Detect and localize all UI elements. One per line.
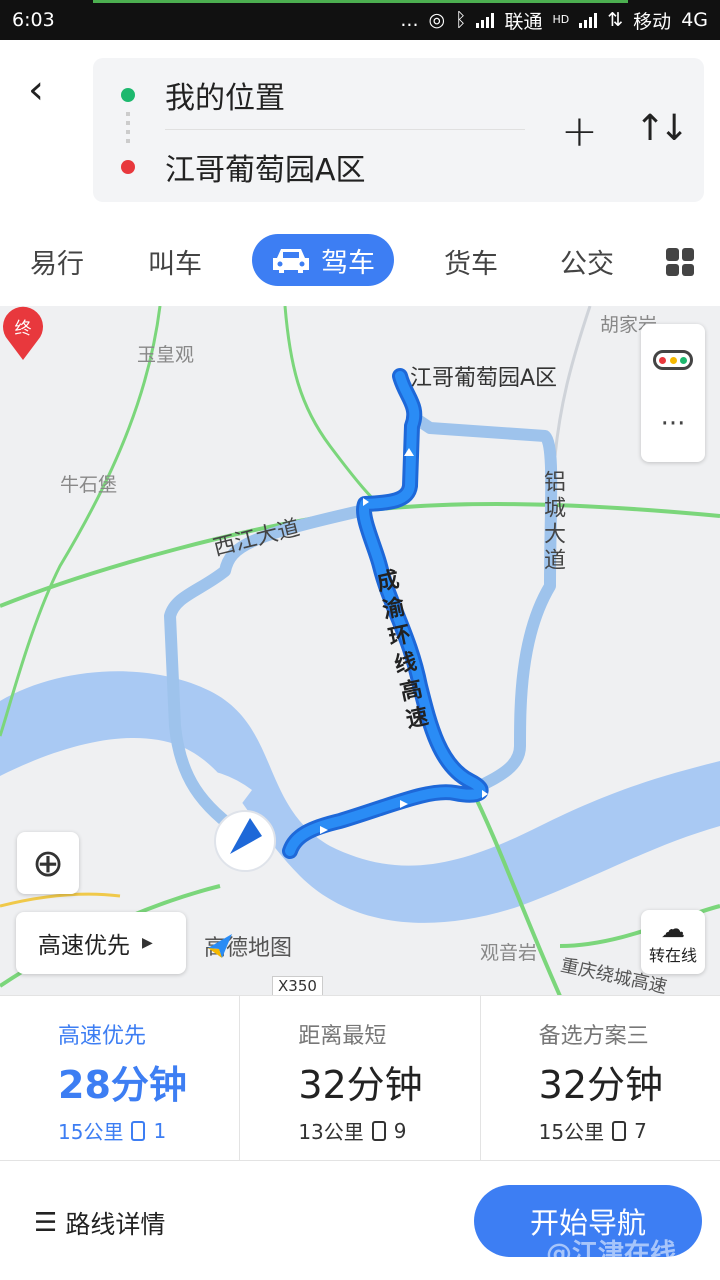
route-lights: 1: [153, 1118, 167, 1143]
traffic-light-icon: [371, 1120, 386, 1141]
mode-tabs: 易行 叫车 驾车 货车 公交: [0, 220, 720, 306]
carrier2-label: 移动: [633, 10, 672, 33]
tab-yixing[interactable]: 易行: [30, 242, 84, 281]
map-label-yuhuangguan: 玉皇观: [137, 344, 195, 366]
route-input-box: 我的位置 江哥葡萄园A区 + ↑↓: [93, 58, 704, 202]
road-yellow-1: [0, 892, 121, 908]
destination-text: 江哥葡萄园A区: [165, 153, 366, 188]
online-switch-label: 转在线: [648, 946, 697, 965]
route-option-time: 28分钟: [58, 1063, 187, 1107]
status-icons: ... ◎ ᛒ 联通 HD ⇅ 移动 4G: [400, 7, 708, 34]
route-distance: 15公里: [538, 1120, 605, 1144]
signal1-icon: [476, 12, 495, 28]
route-option-meta: 15公里 1: [58, 1116, 166, 1145]
route-option-label: 距离最短: [298, 1024, 387, 1049]
destination-field[interactable]: 江哥葡萄园A区: [93, 132, 533, 202]
route-options: 高速优先 28分钟 15公里 1 距离最短 32分钟 13公里 9 备选方案三 …: [0, 995, 720, 1161]
road-shield-x350: X350: [272, 976, 323, 996]
road-green-2: [283, 306, 382, 508]
amap-logo-icon: [208, 934, 232, 958]
network-label: 4G: [681, 9, 708, 31]
car-icon: [273, 249, 309, 273]
route-option-time: 32分钟: [298, 1063, 423, 1107]
status-progress-line: [93, 0, 628, 3]
map-label-niushibao: 牛石堡: [60, 474, 118, 496]
tab-drive[interactable]: 驾车: [252, 234, 394, 286]
tab-bus[interactable]: 公交: [560, 242, 614, 281]
online-switch-button[interactable]: ☁ 转在线: [641, 910, 705, 974]
route-distance: 13公里: [298, 1120, 364, 1144]
swap-icon[interactable]: ↑↓: [635, 108, 689, 149]
map-canvas: [0, 306, 720, 996]
status-time: 6:03: [12, 9, 55, 31]
route-option-label: 高速优先: [58, 1024, 147, 1049]
road-label-lvcheng: 铝城大道: [540, 470, 565, 574]
route-option-label: 备选方案三: [538, 1024, 649, 1049]
watermark-text: @江津在线: [546, 1239, 677, 1269]
locate-me-icon[interactable]: ⊕: [17, 832, 79, 894]
svg-text:终: 终: [15, 319, 32, 339]
map-view[interactable]: 玉皇观 牛石堡 胡家岩 观音岩 西江大道 铝城大道 成渝环线高速 重庆绕城高速 …: [0, 306, 720, 996]
traffic-light-icon: [131, 1120, 146, 1141]
route-option-time: 32分钟: [538, 1063, 664, 1107]
end-location-label: 江哥葡萄园A区: [410, 366, 558, 391]
hotspot-icon: ◎: [428, 9, 446, 31]
traffic-light-icon: [612, 1120, 627, 1141]
road-grey-1: [553, 306, 592, 457]
add-waypoint-icon[interactable]: +: [561, 106, 598, 157]
status-bar: 6:03 ... ◎ ᛒ 联通 HD ⇅ 移动 4G: [0, 0, 720, 40]
more-options-icon[interactable]: ···: [641, 411, 705, 437]
traffic-toggle-icon[interactable]: [653, 350, 693, 370]
route-lights: 9: [393, 1118, 407, 1143]
origin-dot-icon: [121, 88, 135, 102]
back-arrow-icon[interactable]: ‹: [28, 70, 64, 110]
route-option-1[interactable]: 高速优先 28分钟 15公里 1: [0, 996, 241, 1160]
tab-truck[interactable]: 货车: [444, 242, 498, 281]
tab-drive-label: 驾车: [321, 247, 375, 279]
route-distance: 15公里: [58, 1120, 124, 1144]
amap-brand: 高德地图: [204, 930, 292, 962]
route-option-meta: 15公里 7: [539, 1116, 647, 1145]
route-preference-label: 高速优先: [38, 933, 130, 959]
origin-text: 我的位置: [165, 81, 285, 116]
list-icon: ☰: [34, 1208, 58, 1238]
route-option-3[interactable]: 备选方案三 32分钟 15公里 7: [481, 996, 720, 1160]
route-preference-button[interactable]: 高速优先 ▶: [16, 912, 186, 974]
map-tools-card: ···: [641, 324, 705, 462]
map-label-guanyinyan: 观音岩: [480, 942, 538, 964]
data-arrows-icon: ⇅: [607, 9, 624, 31]
origin-field[interactable]: 我的位置: [93, 60, 533, 130]
tab-jiaoche[interactable]: 叫车: [148, 242, 202, 281]
more-modes-icon[interactable]: [666, 248, 694, 276]
road-green-1: [0, 306, 162, 737]
route-details-label: 路线详情: [65, 1210, 166, 1239]
bottom-bar: ☰ 路线详情 开始导航 @江津在线: [0, 1161, 720, 1280]
route-header: ‹ 我的位置 江哥葡萄园A区 + ↑↓: [0, 40, 720, 220]
more-dots-icon: ...: [400, 9, 419, 31]
route-option-2[interactable]: 距离最短 32分钟 13公里 9: [240, 996, 481, 1160]
hd-label: HD: [552, 13, 570, 26]
app-screen: 6:03 ... ◎ ᛒ 联通 HD ⇅ 移动 4G ‹ 我的位置 江哥葡萄园A…: [0, 0, 720, 1280]
route-details-button[interactable]: ☰ 路线详情: [34, 1205, 165, 1241]
destination-dot-icon: [121, 160, 135, 174]
end-pin-icon: 终: [2, 306, 43, 360]
field-divider: [165, 129, 525, 130]
route-lights: 7: [634, 1118, 647, 1143]
carrier1-label: 联通: [504, 10, 543, 33]
caret-right-icon: ▶: [142, 935, 153, 951]
bluetooth-icon: ᛒ: [455, 9, 467, 31]
route-option-meta: 13公里 9: [298, 1116, 406, 1145]
cloud-icon: ☁: [661, 915, 685, 943]
signal2-icon: [579, 12, 598, 28]
